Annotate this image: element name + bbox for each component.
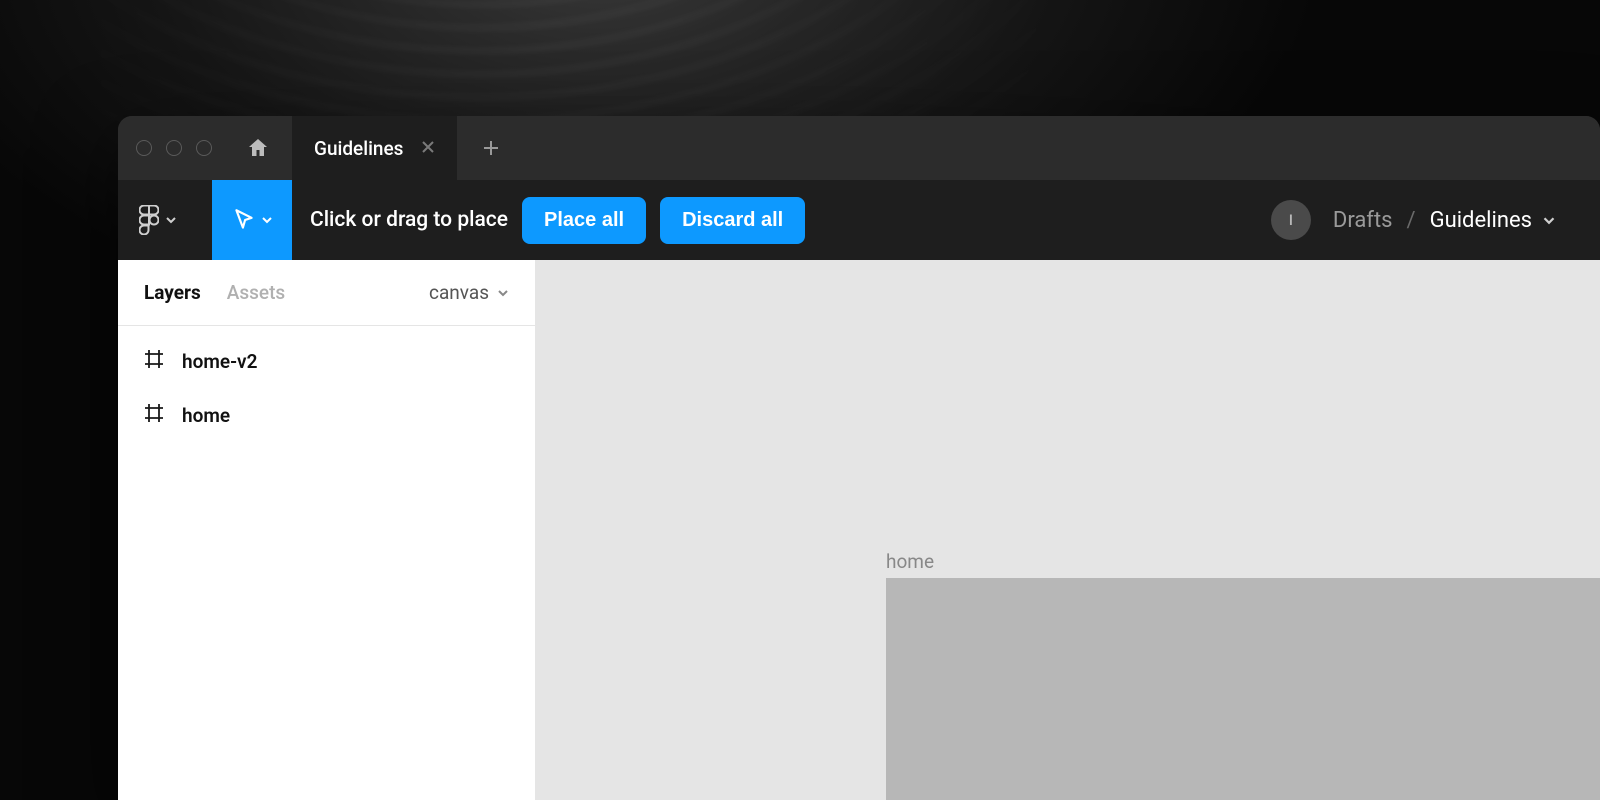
avatar[interactable]: I <box>1271 200 1311 240</box>
window-controls <box>136 140 212 156</box>
breadcrumb-parent[interactable]: Drafts <box>1333 208 1393 233</box>
placement-hint: Click or drag to place <box>310 208 508 232</box>
breadcrumb-separator: / <box>1407 208 1416 233</box>
move-tool-button[interactable] <box>212 180 292 260</box>
tabbar: Guidelines <box>118 116 1600 180</box>
chevron-down-icon <box>497 289 509 297</box>
panel-tabs: Layers Assets canvas <box>118 260 535 326</box>
chevron-down-icon <box>261 216 273 224</box>
canvas[interactable]: home <box>536 260 1600 800</box>
chevron-down-icon <box>1542 216 1556 225</box>
main-menu-button[interactable] <box>118 180 198 260</box>
breadcrumb-file-label: Guidelines <box>1430 208 1532 233</box>
discard-all-button[interactable]: Discard all <box>660 197 805 244</box>
home-tab[interactable] <box>236 126 280 170</box>
page-picker[interactable]: canvas <box>429 281 509 304</box>
plus-icon <box>482 139 500 157</box>
layer-name: home-v2 <box>182 350 257 373</box>
close-icon <box>421 140 435 154</box>
frame-icon <box>144 403 164 428</box>
close-tab-button[interactable] <box>419 138 437 159</box>
frame-home[interactable] <box>886 578 1600 800</box>
breadcrumb-file[interactable]: Guidelines <box>1430 208 1556 233</box>
page-picker-label: canvas <box>429 281 489 304</box>
toolbar: Click or drag to place Place all Discard… <box>118 180 1600 260</box>
layers-list: home-v2 home <box>118 326 535 450</box>
window-minimize-icon[interactable] <box>166 140 182 156</box>
home-icon <box>246 136 270 160</box>
layer-row[interactable]: home <box>118 388 535 442</box>
place-all-button[interactable]: Place all <box>522 197 646 244</box>
file-tab-label: Guidelines <box>314 137 403 160</box>
left-sidebar: Layers Assets canvas home-v2 <box>118 260 536 800</box>
frame-icon <box>144 349 164 374</box>
breadcrumb: I Drafts / Guidelines <box>1271 200 1580 240</box>
tab-layers[interactable]: Layers <box>144 281 201 304</box>
main-area: Layers Assets canvas home-v2 <box>118 260 1600 800</box>
window-zoom-icon[interactable] <box>196 140 212 156</box>
cursor-icon <box>231 207 257 233</box>
new-tab-button[interactable] <box>469 126 513 170</box>
avatar-initial: I <box>1289 211 1293 229</box>
layer-name: home <box>182 404 230 427</box>
layer-row[interactable]: home-v2 <box>118 334 535 388</box>
tab-assets[interactable]: Assets <box>227 281 285 304</box>
app-window: Guidelines <box>118 116 1600 800</box>
chevron-down-icon <box>165 216 177 224</box>
window-close-icon[interactable] <box>136 140 152 156</box>
frame-label[interactable]: home <box>886 550 934 573</box>
file-tab-active[interactable]: Guidelines <box>292 116 457 180</box>
figma-logo-icon <box>139 205 159 235</box>
